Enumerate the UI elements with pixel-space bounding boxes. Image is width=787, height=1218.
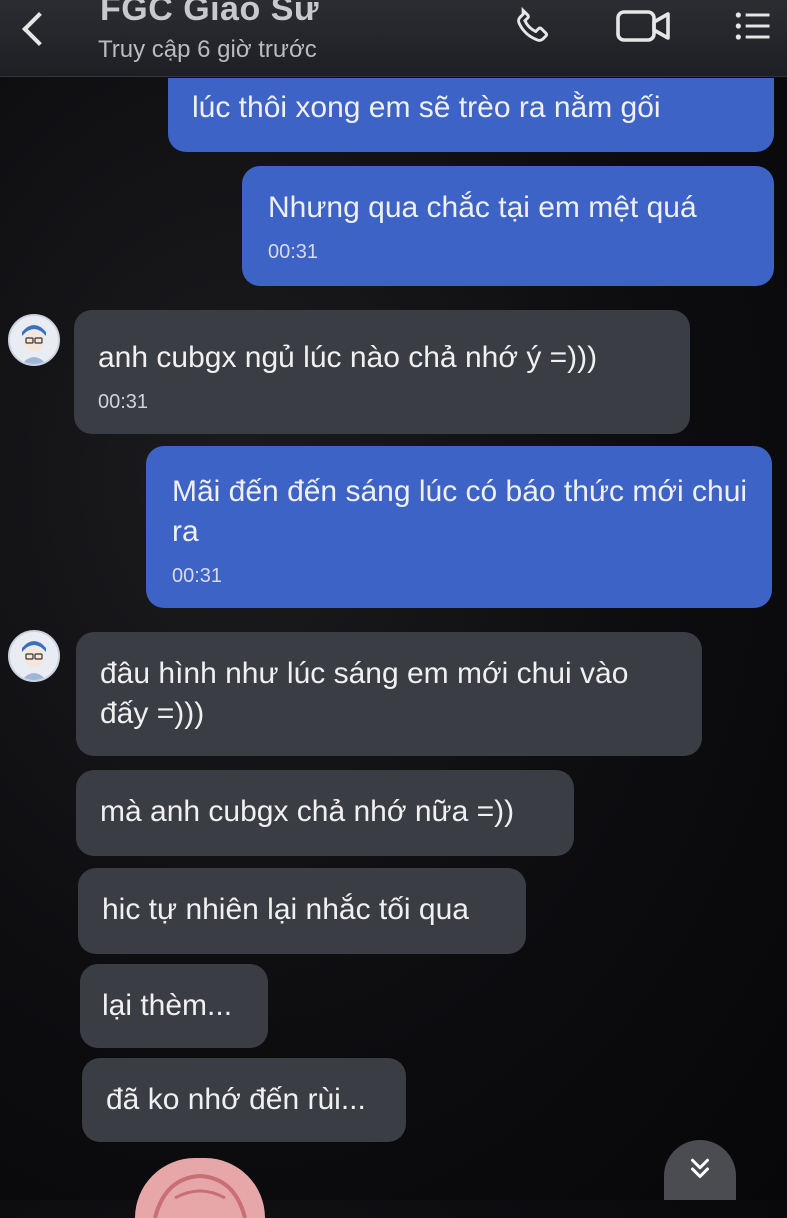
- message-bubble[interactable]: Mãi đến đến sáng lúc có báo thức mới chu…: [146, 446, 772, 608]
- cartoon-avatar-icon: [10, 632, 58, 680]
- message-bubble[interactable]: anh cubgx ngủ lúc nào chả nhớ ý =))) 00:…: [74, 310, 690, 434]
- message-bubble[interactable]: đã ko nhớ đến rùi...: [82, 1058, 406, 1142]
- last-seen-status: Truy cập 6 giờ trước: [98, 36, 317, 63]
- message-text: lại thèm...: [102, 989, 233, 1022]
- scroll-to-bottom-button[interactable]: [664, 1140, 736, 1200]
- double-chevron-down-icon: [691, 1158, 709, 1178]
- message-bubble[interactable]: Nhưng qua chắc tại em mệt quá 00:31: [242, 166, 774, 286]
- cartoon-avatar-icon: [10, 316, 58, 364]
- chat-options-button[interactable]: [725, 4, 781, 48]
- phone-icon: [517, 6, 549, 42]
- message-text: mà anh cubgx chả nhớ nữa =)): [100, 795, 515, 828]
- contact-avatar[interactable]: [8, 630, 60, 682]
- message-text: đã ko nhớ đến rùi...: [106, 1083, 366, 1116]
- message-time: 00:31: [98, 391, 149, 413]
- sticker-image[interactable]: [135, 1158, 265, 1218]
- back-icon: [22, 12, 56, 46]
- message-text: anh cubgx ngủ lúc nào chả nhớ ý =))): [98, 341, 598, 374]
- video-call-button[interactable]: [612, 4, 676, 48]
- message-text: hic tự nhiên lại nhắc tối qua: [102, 893, 469, 926]
- call-button[interactable]: [505, 4, 561, 48]
- message-bubble[interactable]: hic tự nhiên lại nhắc tối qua: [78, 868, 526, 954]
- message-bubble[interactable]: mà anh cubgx chả nhớ nữa =)): [76, 770, 574, 856]
- message-time: 00:31: [268, 241, 319, 263]
- message-text: Mãi đến đến sáng lúc có báo thức mới chu…: [172, 475, 748, 548]
- chat-header: FGC Giáo Sư Truy cập 6 giờ trước: [0, 0, 787, 77]
- message-bubble[interactable]: lại thèm...: [80, 964, 268, 1048]
- contact-avatar[interactable]: [8, 314, 60, 366]
- message-text: đâu hình như lúc sáng em mới chui vào đấ…: [100, 657, 629, 730]
- menu-list-icon: [735, 12, 770, 40]
- message-bubble[interactable]: đâu hình như lúc sáng em mới chui vào đấ…: [76, 632, 702, 756]
- sticker-icon: [153, 1173, 247, 1218]
- message-text: Nhưng qua chắc tại em mệt quá: [268, 191, 697, 224]
- video-call-icon: [616, 10, 670, 42]
- back-button[interactable]: [14, 6, 56, 52]
- message-text: lúc thôi xong em sẽ trèo ra nằm gối: [192, 91, 661, 124]
- message-bubble[interactable]: lúc thôi xong em sẽ trèo ra nằm gối: [168, 78, 774, 152]
- message-time: 00:31: [172, 565, 223, 587]
- contact-name[interactable]: FGC Giáo Sư: [100, 0, 319, 29]
